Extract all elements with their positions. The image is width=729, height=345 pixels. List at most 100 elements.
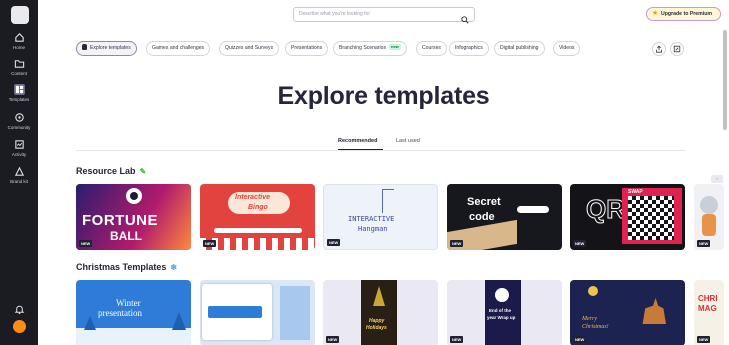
tab-explore-templates[interactable]: Explore templates [76,41,137,56]
tab-videos[interactable]: Videos [553,41,581,56]
template-card[interactable]: FORTUNE BALL NEW [76,184,191,250]
template-card[interactable]: End of the year Wrap up NEW [447,280,562,345]
search-placeholder: Describe what you're looking for [299,11,370,17]
edit-icon [673,45,681,53]
sidebar-item-label: Community [7,125,31,130]
sidebar-item-label: Brand kit [10,179,28,184]
tab-courses[interactable]: Courses [416,41,447,56]
template-card[interactable] [200,280,315,345]
card-subtitle: BALL [110,229,142,243]
card-title: Happy [369,318,385,324]
pill-label: Explore templates [90,45,131,51]
share-button[interactable] [652,42,666,56]
section-title-label: Christmas Templates [76,262,167,272]
card-title: CHRI [698,294,718,303]
new-badge: NEW [573,336,587,343]
card-title: Secret [467,196,501,208]
sidebar-item-home[interactable]: Home [0,32,38,58]
new-badge: NEW [327,239,341,246]
new-badge: NEW [450,336,464,343]
pill-label: Videos [559,45,575,51]
folder-icon [14,58,25,69]
card-subtitle: year Wrap up [487,315,516,320]
new-badge: NEW [326,336,340,343]
upgrade-premium-label: Upgrade to Premium [661,11,713,17]
tab-presentations[interactable]: Presentations [285,41,329,56]
bell-icon[interactable] [14,302,25,315]
section-title-label: Resource Lab [76,166,136,176]
card-title: Winter [116,298,141,308]
tab-games-challenges[interactable]: Games and challenges [146,41,211,56]
card-subtitle: MAG [698,304,717,313]
new-badge: NEW [203,240,217,247]
template-card[interactable]: Interactive Bingo NEW [200,184,315,250]
tab-infographics[interactable]: Infographics [449,41,489,56]
search-input[interactable]: Describe what you're looking for [293,7,475,24]
app-logo[interactable] [11,6,29,24]
sidebar-item-label: Home [12,45,25,50]
sidebar-item-activity[interactable]: Activity [0,139,38,165]
activity-icon [14,139,25,150]
star-icon: ★ [652,10,659,17]
card-subtitle: code [469,211,495,223]
card-title: Merry [582,316,597,322]
pencil-icon: ✎ [139,167,147,176]
template-card[interactable]: Winter presentation [76,280,191,345]
tab-branching-scenarios[interactable]: Branching Scenarios new [333,41,407,56]
snowflake-icon: ❄ [170,263,178,272]
edit-button[interactable] [670,42,684,56]
section-title-christmas: Christmas Templates ❄ [76,262,177,272]
tab-quizzes-surveys[interactable]: Quizzes and Surveys [219,41,280,56]
card-subtitle: Hangman [358,225,388,233]
avatar[interactable] [13,320,26,333]
pill-label: Quizzes and Surveys [225,45,274,51]
sidebar-item-community[interactable]: Community [0,112,38,138]
sidebar-item-content[interactable]: Content [0,58,38,84]
new-badge: NEW [697,240,711,247]
pill-label: Courses [422,45,441,51]
card-title: INTERACTIVE [348,215,395,223]
brand-kit-icon [14,166,25,177]
divider [76,150,686,151]
card-subtitle: Bingo [248,204,268,211]
card-title: Interactive [235,194,271,201]
new-badge: new [389,44,401,50]
pill-label: Infographics [455,45,483,51]
search-icon[interactable] [461,11,469,24]
card-title: QR [586,194,626,225]
new-badge: NEW [697,336,711,343]
upgrade-premium-button[interactable]: ★ Upgrade to Premium [646,7,721,21]
sidebar-item-label: Activity [11,152,27,157]
card-title: End of the [489,308,511,313]
pill-label: Games and challenges [152,45,205,51]
template-card[interactable]: Secret code NEW [447,184,562,250]
template-card[interactable]: Happy Holidays NEW [323,280,438,345]
tab-last-used[interactable]: Last used [396,138,420,144]
tab-recommended[interactable]: Recommended [338,138,377,144]
card-subtitle: Holidays [366,325,387,331]
card-subtitle: presentation [98,308,142,318]
new-badge: NEW [450,240,464,247]
user-icon [82,44,87,50]
pill-label: Branching Scenarios [339,45,387,51]
template-card[interactable]: Merry Christmas! NEW [570,280,685,345]
section-title-resource-lab: Resource Lab ✎ [76,166,146,176]
app-window: Home Content Templates Community Activit [0,0,729,345]
sidebar-item-brand-kit[interactable]: Brand kit [0,166,38,192]
new-badge: NEW [573,240,587,247]
new-badge: NEW [79,240,93,247]
template-card[interactable]: INTERACTIVE Hangman NEW [323,184,438,250]
template-card[interactable]: NEW [694,184,724,250]
community-icon [14,112,25,123]
template-card[interactable]: QR SWAP NEW [570,184,685,250]
share-icon [656,45,662,53]
tab-digital-publishing[interactable]: Digital publishing [494,41,545,56]
scrollbar[interactable] [723,30,727,130]
carousel-next-button[interactable]: › [711,175,723,183]
card-subtitle: Christmas! [582,324,609,330]
page-title: Explore templates [277,82,490,110]
sidebar: Home Content Templates Community Activit [0,0,38,345]
pill-label: Presentations [291,45,323,51]
sidebar-item-label: Content [11,71,27,76]
template-card[interactable]: CHRI MAG NEW [694,280,724,345]
